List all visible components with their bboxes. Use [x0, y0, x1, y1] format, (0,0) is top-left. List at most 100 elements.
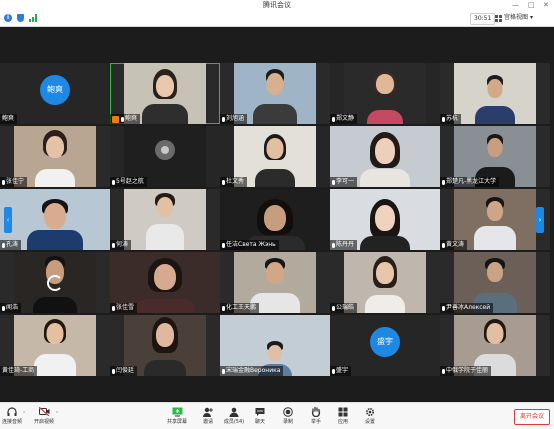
mic-muted-icon — [222, 116, 225, 122]
participant-name: 公瑞皓 — [330, 303, 358, 313]
participant-name: 黄文涛 — [440, 240, 468, 250]
participant-name: 苏杭 — [440, 114, 462, 124]
invite-icon — [203, 406, 214, 417]
chevron-left-icon: ‹ — [6, 216, 10, 224]
info-icon[interactable]: i — [4, 14, 12, 22]
participant-name: 张佳宁 — [0, 177, 28, 187]
participant-name: 尹善冰Алексей — [440, 303, 494, 313]
view-mode-button[interactable]: 宫格视图 ▾ — [495, 13, 533, 23]
audio-options-icon[interactable]: ⌃ — [22, 411, 26, 417]
participant-name: 李可一 — [330, 177, 358, 187]
participant-name: 郑楚凡-黑龙江大学 — [440, 177, 500, 187]
mic-muted-icon — [332, 179, 335, 185]
raise-hand-icon — [311, 406, 322, 417]
share-screen-button[interactable]: 共享屏幕 — [161, 406, 193, 428]
video-feed — [454, 63, 536, 124]
chat-icon — [255, 406, 266, 417]
leave-meeting-button[interactable]: 离开会议 — [514, 409, 550, 425]
participant-tile[interactable]: 闻浩 — [0, 252, 110, 313]
participant-name: 闻浩 — [0, 303, 22, 313]
participant-tile[interactable]: 化工王天鹏 — [220, 252, 330, 313]
participant-tile[interactable]: 陈丹丹 — [330, 189, 440, 250]
participant-tile[interactable]: 郑文静 — [330, 63, 440, 124]
next-page-button[interactable]: › — [536, 207, 544, 233]
participant-tile[interactable]: 5号赵之航 — [110, 126, 220, 187]
participant-tile[interactable]: 黄文涛 — [440, 189, 550, 250]
participant-tile[interactable]: 鲍爽 鲍爽 — [0, 63, 110, 124]
video-button[interactable]: 开启视频 — [28, 406, 60, 428]
chevron-down-icon: ▾ — [530, 14, 534, 21]
view-mode-label: 宫格视图 — [504, 14, 529, 21]
participant-tile[interactable]: 宋瑞金融Вероника — [220, 315, 330, 376]
video-feed — [124, 189, 206, 250]
participant-tile[interactable]: 孔涛 — [0, 189, 110, 250]
participant-name: 中俄学院于佳丽 — [440, 366, 492, 376]
mic-muted-icon — [112, 368, 115, 374]
headphone-icon — [7, 406, 18, 417]
participant-tile[interactable]: 杜文秀 — [220, 126, 330, 187]
signal-icon[interactable] — [29, 14, 37, 22]
apps-icon — [338, 406, 349, 417]
participant-name: 任洁Света Жэнь — [220, 240, 279, 250]
status-icons: i — [4, 13, 37, 23]
title-bar: 腾讯会议 — □ ✕ i 30:51 宫格视图 ▾ — [0, 0, 554, 27]
mic-muted-icon — [112, 242, 115, 248]
participant-name: 杜文秀 — [220, 177, 248, 187]
participant-tile[interactable]: 张佳宁 — [0, 126, 110, 187]
mic-muted-icon — [222, 242, 225, 248]
loading-spinner-icon — [47, 274, 63, 291]
mic-muted-icon — [442, 305, 445, 311]
participant-tile[interactable]: 鲍爽 — [110, 63, 220, 124]
participant-tile[interactable]: 闫俊廷 — [110, 315, 220, 376]
mic-muted-icon — [2, 179, 5, 185]
record-icon — [283, 406, 294, 417]
mic-muted-icon — [442, 116, 445, 122]
video-feed — [14, 252, 96, 313]
participant-tile[interactable]: 张佳雪 — [110, 252, 220, 313]
mic-muted-icon — [112, 305, 115, 311]
avatar: 鲍爽 — [40, 75, 70, 105]
mic-muted-icon — [332, 116, 335, 122]
mic-muted-icon — [442, 179, 445, 185]
maximize-icon[interactable]: □ — [528, 1, 535, 10]
participant-name: 张佳雪 — [110, 303, 138, 313]
participant-name: 宋瑞金融Вероника — [220, 366, 284, 376]
participant-tile[interactable]: 何涛 — [110, 189, 220, 250]
video-options-icon[interactable]: ⌃ — [55, 411, 59, 417]
participant-name: 刘旭涵 — [220, 114, 248, 124]
participant-tile[interactable]: 中俄学院于佳丽 — [440, 315, 550, 376]
mic-muted-icon — [222, 305, 225, 311]
participant-tile[interactable]: 郑楚凡-黑龙江大学 — [440, 126, 550, 187]
participant-name: 闫俊廷 — [110, 366, 138, 376]
settings-button[interactable]: 设置 — [354, 406, 386, 428]
mic-muted-icon — [112, 179, 115, 185]
mic-muted-icon — [332, 305, 335, 311]
participant-tile[interactable]: 苏杭 — [440, 63, 550, 124]
participant-name: 化工王天鹏 — [220, 303, 260, 313]
participant-tile[interactable]: 尹善冰Алексей — [440, 252, 550, 313]
audio-button[interactable]: 连接音频 — [0, 406, 28, 428]
members-icon — [229, 406, 240, 417]
participant-tile[interactable]: 公瑞皓 — [330, 252, 440, 313]
participant-tile[interactable]: 盛宇 盛宇 — [330, 315, 440, 376]
prev-page-button[interactable]: ‹ — [4, 207, 12, 233]
participant-name: 陈丹丹 — [330, 240, 358, 250]
mic-muted-icon — [442, 242, 445, 248]
participant-tile[interactable]: 刘旭涵 — [220, 63, 330, 124]
close-icon[interactable]: ✕ — [543, 1, 549, 10]
mic-muted-icon — [2, 242, 5, 248]
mic-muted-icon — [2, 305, 5, 311]
participant-tile[interactable]: 任洁Света Жэнь — [220, 189, 330, 250]
participant-name: 鲍爽 — [110, 114, 141, 124]
meeting-timer: 30:51 — [470, 13, 496, 25]
shield-icon[interactable] — [17, 14, 24, 22]
participant-name: 黄佳琦-工商 — [0, 366, 38, 376]
chevron-right-icon: › — [538, 216, 542, 224]
grid-view-icon — [495, 14, 502, 22]
participant-tile[interactable]: 李可一 — [330, 126, 440, 187]
minimize-icon[interactable]: — — [512, 1, 519, 10]
mic-muted-icon — [332, 368, 335, 374]
mic-muted-icon — [222, 179, 225, 185]
participant-tile[interactable]: 黄佳琦-工商 — [0, 315, 110, 376]
mic-muted-icon — [121, 116, 124, 122]
